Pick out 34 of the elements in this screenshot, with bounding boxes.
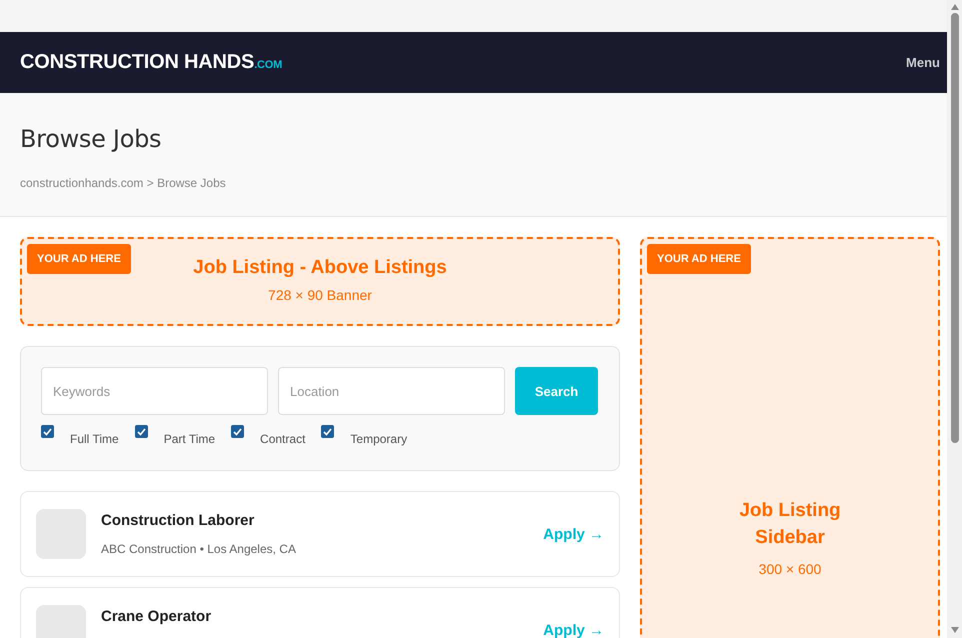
- page-title: Browse Jobs: [20, 125, 162, 153]
- checkbox[interactable]: [41, 425, 54, 438]
- menu-link[interactable]: Menu: [906, 55, 940, 70]
- site-logo[interactable]: CONSTRUCTION HANDS.COM: [20, 51, 282, 74]
- filter-label: Contract: [260, 432, 306, 446]
- job-title: Crane Operator: [101, 608, 212, 625]
- apply-link[interactable]: Apply →: [543, 622, 604, 638]
- job-title: Construction Laborer: [101, 512, 256, 529]
- checkbox[interactable]: [134, 425, 148, 438]
- job-card[interactable]: Construction Laborer ABC Construction • Los Angeles, CA Apply →: [20, 491, 620, 577]
- ad-size: 728 × 90 Banner: [268, 287, 372, 303]
- job-meta: ABC Construction • Los Angeles, CA: [101, 542, 297, 556]
- ad-title: Job Listing Sidebar: [738, 499, 842, 550]
- filter-label: Part Time: [164, 432, 216, 446]
- filter-label: Full Time: [70, 432, 119, 446]
- scrollbar[interactable]: [947, 0, 962, 638]
- breadcrumb: constructionhands.com > Browse Jobs: [20, 176, 227, 190]
- job-card[interactable]: Crane Operator Apply →: [20, 587, 620, 638]
- checkbox[interactable]: [321, 425, 334, 438]
- ad-badge: YOUR AD HERE: [27, 244, 131, 274]
- checkbox[interactable]: [231, 425, 244, 438]
- ad-size: 300 × 600: [758, 561, 822, 577]
- scroll-down-arrow-icon[interactable]: [950, 626, 960, 634]
- ad-badge: YOUR AD HERE: [647, 244, 751, 274]
- keywords-field[interactable]: Keywords: [41, 367, 268, 415]
- filter-label: Temporary: [350, 432, 408, 446]
- ad-banner[interactable]: YOUR AD HERE Job Listing - Above Listings 728 × 90 Banner: [20, 237, 620, 326]
- location-field[interactable]: Location: [278, 367, 505, 415]
- scrollbar-thumb[interactable]: [950, 13, 958, 443]
- search-button[interactable]: Search: [515, 367, 598, 415]
- scroll-up-arrow-icon[interactable]: [950, 3, 960, 11]
- ad-sidebar[interactable]: YOUR AD HERE Job Listing Sidebar 300 × 600: [640, 237, 940, 638]
- ad-title: Job Listing - Above Listings: [193, 257, 447, 279]
- apply-link[interactable]: Apply →: [543, 526, 604, 542]
